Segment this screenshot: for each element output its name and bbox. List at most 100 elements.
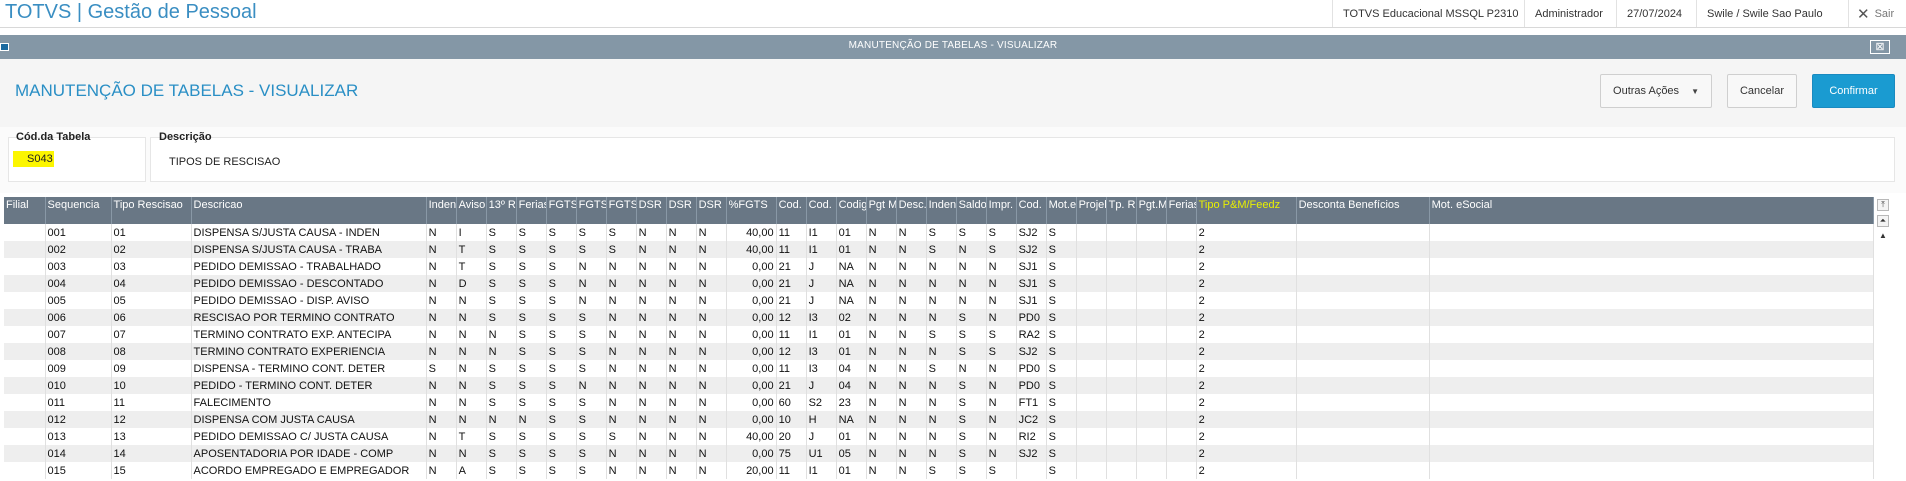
table-cell: 02 <box>836 309 867 326</box>
table-cell: RA2 <box>1016 326 1047 343</box>
description-field[interactable]: TIPOS DE RESCISAO <box>169 156 280 168</box>
table-cell: FT1 <box>1016 394 1047 411</box>
column-header[interactable]: Codig <box>836 197 867 224</box>
table-cell: N <box>896 241 927 258</box>
table-row[interactable]: 005 05 PEDIDO DEMISSAO - DISP. AVISO N N S S S N… <box>4 292 1874 309</box>
table-cell <box>1076 343 1107 360</box>
scroll-top-button[interactable]: ⤒ <box>1877 199 1889 211</box>
column-header[interactable]: Inden <box>926 197 957 224</box>
column-header[interactable]: Saldo <box>956 197 987 224</box>
table-row[interactable]: 013 13 PEDIDO DEMISSAO C/ JUSTA CAUSA N T S S S… <box>4 428 1874 445</box>
column-header[interactable]: Cod. <box>806 197 837 224</box>
column-header[interactable]: Ferias <box>1166 197 1197 224</box>
column-header[interactable]: FGTS <box>576 197 607 224</box>
table-cell: 02 <box>111 241 192 258</box>
column-header[interactable]: Filial <box>4 197 46 224</box>
table-cell: S <box>516 258 547 275</box>
column-header[interactable]: Desc. <box>896 197 927 224</box>
table-cell: N <box>606 326 637 343</box>
table-row[interactable]: 002 02 DISPENSA S/JUSTA CAUSA - TRABA N T S S S… <box>4 241 1874 258</box>
table-code-label: Cód.da Tabela <box>16 131 91 143</box>
table-cell: N <box>926 445 957 462</box>
confirm-button[interactable]: Confirmar <box>1812 74 1895 108</box>
table-cell: 2 <box>1196 224 1297 241</box>
column-header[interactable]: 13º R <box>486 197 517 224</box>
column-header[interactable]: DSR <box>666 197 697 224</box>
table-cell: S <box>426 360 457 377</box>
column-header[interactable]: Pgt.M <box>1136 197 1167 224</box>
table-row[interactable]: 004 04 PEDIDO DEMISSAO - DESCONTADO N D S S S N N… <box>4 275 1874 292</box>
table-cell: N <box>926 411 957 428</box>
table-cell: 2 <box>1196 309 1297 326</box>
table-cell: N <box>426 241 457 258</box>
table-cell: S <box>516 241 547 258</box>
column-header[interactable]: Descricao <box>191 197 427 224</box>
table-cell: S <box>576 462 607 479</box>
table-row[interactable]: 010 10 PEDIDO - TERMINO CONT. DETER N N S S S N N… <box>4 377 1874 394</box>
company-label[interactable]: Swile / Swile Sao Paulo <box>1696 0 1833 27</box>
table-cell: N <box>866 394 897 411</box>
table-cell: N <box>896 326 927 343</box>
table-cell <box>1076 224 1107 241</box>
column-header[interactable]: Cod. <box>776 197 807 224</box>
column-header[interactable]: Projel <box>1076 197 1107 224</box>
table-cell: N <box>986 275 1017 292</box>
table-cell <box>1106 224 1137 241</box>
column-header[interactable]: Sequencia <box>45 197 112 224</box>
column-header[interactable]: Pgt M <box>866 197 897 224</box>
table-cell: 04 <box>836 377 867 394</box>
table-row[interactable]: 011 11 FALECIMENTO N N S S S S N N N N 0,00 60 S2 23 N N N S… <box>4 394 1874 411</box>
table-row[interactable]: 012 12 DISPENSA COM JUSTA CAUSA N N N N S S N N N N 0… <box>4 411 1874 428</box>
column-header[interactable]: Desconta Benefícios <box>1296 197 1430 224</box>
table-cell: 2 <box>1196 377 1297 394</box>
table-cell: N <box>986 292 1017 309</box>
column-header[interactable]: Aviso <box>456 197 487 224</box>
window-close-button[interactable]: ⊠ <box>1870 40 1890 54</box>
table-cell <box>1136 326 1167 343</box>
scroll-top-icon: ⤒ <box>1881 200 1885 209</box>
table-cell: 05 <box>111 292 192 309</box>
table-row[interactable]: 006 06 RESCISAO POR TERMINO CONTRATO N N S S S S… <box>4 309 1874 326</box>
table-row[interactable]: 001 01 DISPENSA S/JUSTA CAUSA - INDEN N I S S S… <box>4 224 1874 241</box>
column-header[interactable]: DSR <box>696 197 727 224</box>
table-cell: S <box>926 462 957 479</box>
table-row[interactable]: 009 09 DISPENSA - TERMINO CONT. DETER S N S S S… <box>4 360 1874 377</box>
column-header[interactable]: Tipo Rescisao <box>111 197 192 224</box>
table-row[interactable]: 015 15 ACORDO EMPREGADO E EMPREGADOR N A S S S S… <box>4 462 1874 479</box>
table-cell <box>4 258 46 275</box>
scroll-page-up-button[interactable]: ⏶ <box>1877 215 1889 227</box>
column-header[interactable]: Cod. <box>1016 197 1047 224</box>
column-header[interactable]: %FGTS <box>726 197 777 224</box>
grid-scrollbar: ⤒ ⏶ ▲ <box>1876 197 1890 481</box>
table-cell: 007 <box>45 326 112 343</box>
table-cell: S <box>546 360 577 377</box>
column-header[interactable]: Mot.e <box>1046 197 1077 224</box>
table-cell: N <box>426 445 457 462</box>
column-header[interactable]: FGTS <box>606 197 637 224</box>
table-row[interactable]: 008 08 TERMINO CONTRATO EXPERIENCIA N N N S S S N… <box>4 343 1874 360</box>
logout-button[interactable]: ✕ Sair <box>1848 0 1894 27</box>
column-header[interactable]: Tp. R <box>1106 197 1137 224</box>
column-header[interactable]: DSR <box>636 197 667 224</box>
table-row[interactable]: 007 07 TERMINO CONTRATO EXP. ANTECIPA N N N S S… <box>4 326 1874 343</box>
data-grid: Filial Sequencia Tipo Rescisao Descricao Ind… <box>4 197 1874 481</box>
table-cell: N <box>896 343 927 360</box>
column-header[interactable]: Ferias <box>516 197 547 224</box>
table-cell: 0,00 <box>726 411 777 428</box>
column-header[interactable]: Mot. eSocial <box>1429 197 1874 224</box>
column-header[interactable]: Impr. <box>986 197 1017 224</box>
cancel-button[interactable]: Cancelar <box>1727 74 1797 108</box>
table-cell: S <box>1046 411 1077 428</box>
table-cell <box>1429 445 1874 462</box>
column-header-highlighted[interactable]: Tipo P&M/Feedz <box>1196 197 1297 224</box>
table-cell: 002 <box>45 241 112 258</box>
column-header[interactable]: FGTS <box>546 197 577 224</box>
table-row[interactable]: 014 14 APOSENTADORIA POR IDADE - COMP N N S S S… <box>4 445 1874 462</box>
table-code-field[interactable]: S043 <box>13 151 54 167</box>
column-header[interactable]: Inden <box>426 197 457 224</box>
more-actions-button[interactable]: Outras Ações ▼ <box>1600 74 1712 108</box>
table-cell: 20 <box>776 428 807 445</box>
scroll-up-button[interactable]: ▲ <box>1877 231 1889 243</box>
table-cell: N <box>696 326 727 343</box>
table-row[interactable]: 003 03 PEDIDO DEMISSAO - TRABALHADO N T S S S N N… <box>4 258 1874 275</box>
